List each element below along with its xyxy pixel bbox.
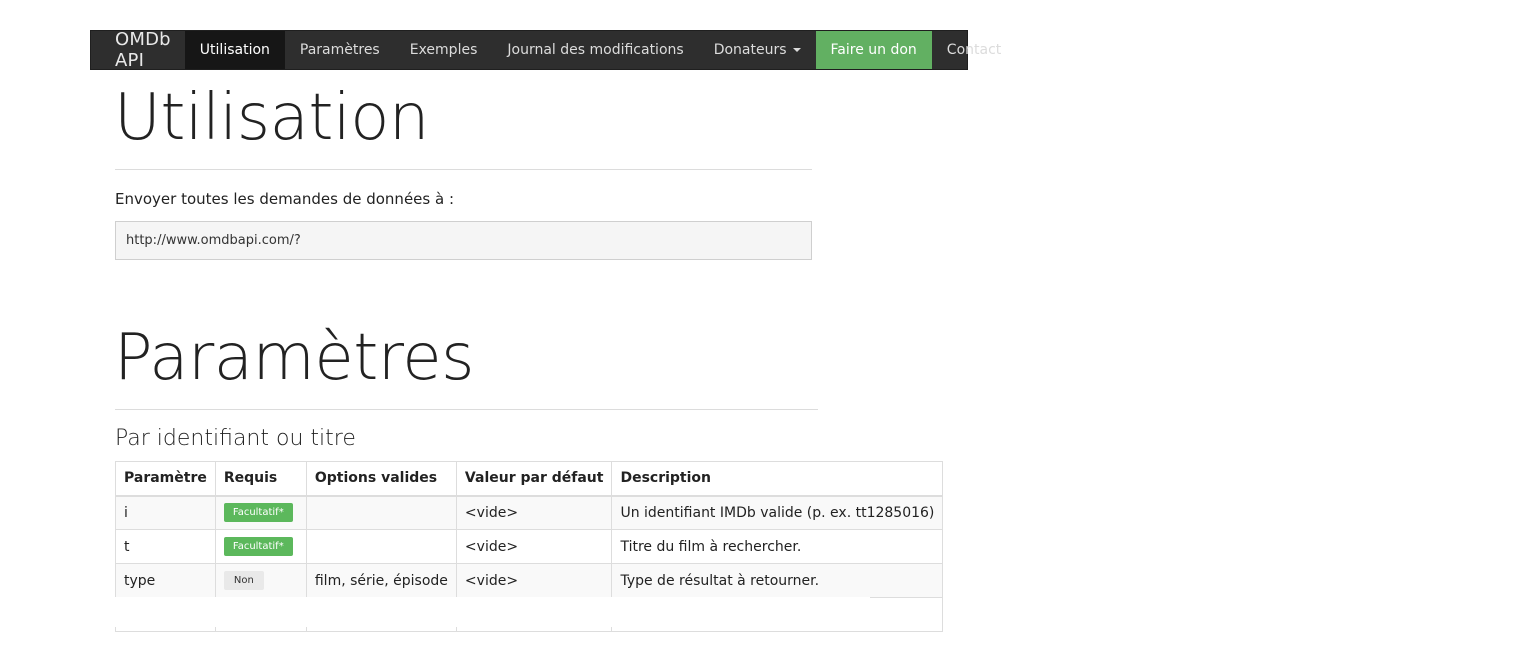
table-header-row: Paramètre Requis Options valides Valeur … (115, 461, 944, 497)
nav-item-changelog[interactable]: Journal des modifications (492, 31, 698, 69)
options-cell: film, série, épisode (305, 563, 457, 598)
column-header: Options valides (305, 461, 457, 497)
nav-item-usage[interactable]: Utilisation (184, 31, 285, 69)
table-row: i Facultatif* <vide> Un identifiant IMDb… (115, 495, 944, 530)
brand-link[interactable]: OMDb API (91, 29, 185, 71)
required-cell: Facultatif* (214, 529, 307, 564)
required-badge: Facultatif* (223, 503, 293, 523)
default-cell: <vide> (455, 563, 613, 598)
nav-item-contact[interactable]: Contact (932, 31, 1016, 69)
nav-item-donors-label: Donateurs (713, 42, 787, 58)
table-row: type Non film, série, épisode <vide> Typ… (115, 563, 944, 598)
top-navbar: OMDb API Utilisation Paramètres Exemples… (90, 29, 1001, 71)
parameters-subheading: Par identifiant ou titre (115, 426, 356, 451)
parameters-divider (115, 409, 818, 410)
nav-item-parameters[interactable]: Paramètres (285, 31, 395, 69)
default-cell: <vide> (455, 529, 613, 564)
nav-item-donors-dropdown[interactable]: Donateurs (699, 31, 816, 69)
parameters-heading: Paramètres (114, 321, 474, 395)
param-cell: type (115, 563, 216, 598)
api-url-box[interactable]: http://www.omdbapi.com/? (115, 221, 812, 260)
caret-down-icon (792, 48, 801, 52)
description-cell: Un identifiant IMDb valide (p. ex. tt128… (611, 495, 944, 530)
nav-item-examples[interactable]: Exemples (395, 31, 493, 69)
required-badge: Facultatif* (223, 537, 293, 556)
usage-divider (115, 169, 812, 170)
content-cutoff (110, 597, 870, 627)
usage-lead-text: Envoyer toutes les demandes de données à… (115, 190, 454, 208)
options-cell (305, 495, 457, 530)
param-cell: t (115, 529, 216, 564)
column-header: Requis (214, 461, 307, 497)
table-row: t Facultatif* <vide> Titre du film à rec… (115, 529, 944, 564)
usage-heading: Utilisation (114, 81, 429, 155)
column-header: Valeur par défaut (455, 461, 613, 497)
options-cell (305, 529, 457, 564)
default-cell: <vide> (455, 495, 613, 530)
required-cell: Non (214, 563, 307, 598)
description-cell: Type de résultat à retourner. (611, 563, 944, 598)
param-cell: i (115, 495, 216, 530)
column-header: Description (611, 461, 944, 497)
description-cell: Titre du film à rechercher. (611, 529, 944, 564)
column-header: Paramètre (115, 461, 216, 497)
nav-item-donate[interactable]: Faire un don (815, 31, 932, 69)
required-cell: Facultatif* (214, 495, 307, 530)
required-badge: Non (223, 571, 264, 590)
